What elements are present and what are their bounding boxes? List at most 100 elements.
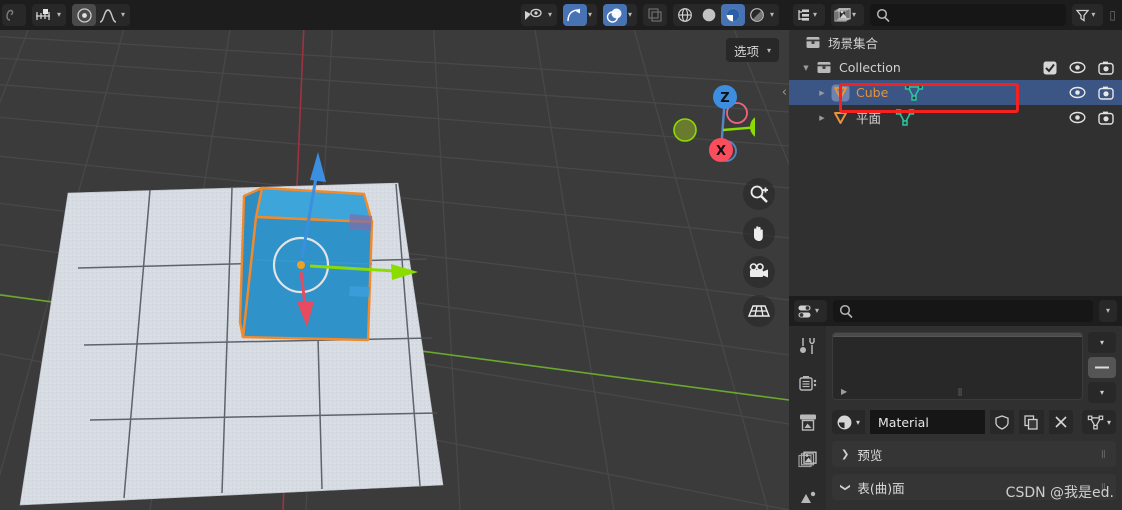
editor-type-group[interactable] (2, 4, 26, 26)
rendered-icon[interactable] (745, 4, 769, 26)
falloff-curve-icon[interactable] (96, 4, 120, 26)
overlays-group[interactable]: ▾ (602, 4, 637, 26)
camera-render-icon[interactable] (1098, 111, 1114, 125)
panel-preview[interactable]: ❯ 预览 ⣿ (832, 441, 1116, 467)
outliner-row-plane[interactable]: ▶ 平面 (789, 105, 1122, 130)
material-unlink-button[interactable] (1048, 410, 1073, 434)
viewport-side-tools[interactable] (743, 178, 775, 327)
grid-icon[interactable] (743, 295, 775, 327)
material-slot-area[interactable]: ▶ ⣿ ▾ ▾ (832, 332, 1116, 403)
gizmo-group[interactable]: ▾ (562, 4, 597, 26)
zoom-icon[interactable] (743, 178, 775, 210)
slot-add-button[interactable]: ▾ (1088, 332, 1116, 353)
chevron-down-icon[interactable]: ▾ (856, 418, 860, 427)
expand-triangle-icon[interactable]: ▼ (799, 64, 813, 72)
proportional-edit-group[interactable]: ▾ (72, 4, 131, 26)
outliner-row-cube[interactable]: ▶ Cube (789, 80, 1122, 105)
overlays-icon[interactable] (602, 4, 627, 26)
outliner-filter-button[interactable]: ▾ (1072, 4, 1104, 26)
properties-tab-output[interactable] (795, 410, 821, 434)
outliner-row-toggles[interactable] (1043, 61, 1114, 75)
panel-drag-grip[interactable]: ⣿ (1101, 450, 1107, 458)
outliner-row-collection[interactable]: ▼ Collection (789, 55, 1122, 80)
properties-tab-view-layer[interactable] (795, 448, 821, 472)
eye-icon[interactable] (1069, 111, 1086, 124)
properties-tab-tool[interactable] (795, 334, 821, 358)
navigation-gizmo[interactable]: Z Y X (665, 75, 755, 165)
expand-triangle-icon[interactable]: ▶ (815, 114, 829, 122)
chevron-down-icon[interactable]: ▾ (120, 4, 130, 26)
viewport-header[interactable]: ▾ ▾ ▾ ▾ ▾ ▾ (0, 0, 789, 30)
chevron-down-icon[interactable]: ▾ (1090, 4, 1100, 26)
xray-icon[interactable] (643, 4, 667, 26)
shading-group[interactable]: ▾ (672, 4, 779, 26)
gizmo-icon[interactable] (562, 4, 587, 26)
material-preview-icon[interactable] (720, 4, 745, 26)
show-gizmo-icon[interactable] (521, 4, 547, 26)
chevron-down-icon[interactable]: ▾ (812, 4, 822, 26)
sidebar-toggle-arrow[interactable]: ‹ (782, 85, 787, 100)
chevron-down-icon[interactable]: ▾ (627, 4, 637, 26)
outliner-row-scene-collection[interactable]: 场景集合 (789, 30, 1122, 55)
slot-expand-triangle-icon[interactable]: ▶ (841, 387, 847, 396)
hand-icon[interactable] (743, 217, 775, 249)
wireframe-icon[interactable] (673, 4, 697, 26)
material-slot-footer[interactable]: ▶ ⣿ (833, 387, 1082, 396)
outliner-search-input[interactable] (870, 4, 1067, 26)
outliner-editor[interactable]: ▾ ▾ ▾ ▯ 场景集合 ▼ Collection ▶ Cube ▶ 平面 (789, 0, 1122, 296)
chevron-down-icon[interactable]: ▾ (1106, 300, 1110, 322)
properties-search-input[interactable] (833, 300, 1093, 322)
camera-render-icon[interactable] (1098, 61, 1114, 75)
camera-icon[interactable] (743, 256, 775, 288)
outliner-display-mode-button[interactable]: ▾ (831, 4, 865, 26)
camera-render-icon[interactable] (1098, 86, 1114, 100)
slot-remove-button[interactable] (1088, 357, 1116, 378)
eye-icon[interactable] (1069, 86, 1086, 99)
expand-triangle-icon[interactable]: ▶ (815, 89, 829, 97)
chevron-down-icon[interactable]: ❯ (840, 483, 851, 491)
properties-header[interactable]: ▾ ▾ (789, 296, 1122, 326)
xray-group[interactable] (642, 4, 667, 26)
snap-icon[interactable] (32, 4, 56, 26)
slot-specials-button[interactable]: ▾ (1088, 382, 1116, 403)
snap-group[interactable]: ▾ (32, 4, 67, 26)
viewport-options-button[interactable]: 选项 ▾ (725, 38, 779, 62)
outliner-row-toggles[interactable] (1069, 86, 1114, 100)
material-data-button[interactable]: ▾ (1081, 410, 1116, 434)
chevron-down-icon[interactable]: ▾ (56, 4, 66, 26)
chevron-down-icon[interactable]: ▾ (1107, 418, 1111, 427)
properties-tab-column[interactable] (789, 326, 826, 510)
3d-viewport[interactable]: ▾ ▾ ▾ ▾ ▾ ▾ 选项 ▾ Z X ‹ (0, 0, 789, 510)
visibility-group[interactable]: ▾ (520, 4, 557, 26)
material-datablock-row[interactable]: ▾ Material ▾ (832, 410, 1116, 434)
properties-tab-scene[interactable] (795, 486, 821, 510)
material-browse-button[interactable]: ▾ (832, 410, 866, 434)
chevron-right-icon[interactable]: ❯ (841, 449, 849, 460)
material-slot-buttons[interactable]: ▾ ▾ (1088, 332, 1116, 403)
checkbox-checked-icon[interactable] (1043, 61, 1057, 75)
slot-resize-grip[interactable]: ⣿ (958, 388, 964, 396)
properties-options-button[interactable]: ▾ (1098, 300, 1117, 322)
chevron-down-icon[interactable]: ▾ (767, 46, 771, 55)
eye-icon[interactable] (1069, 61, 1086, 74)
properties-editor-type-button[interactable]: ▾ (794, 300, 828, 322)
proportional-editing-icon[interactable] (72, 4, 97, 26)
editor-type-icon[interactable] (2, 4, 26, 26)
material-name-field[interactable]: Material (870, 410, 985, 434)
outliner-header[interactable]: ▾ ▾ ▾ ▯ (789, 0, 1122, 30)
material-slot-item[interactable] (833, 333, 1082, 337)
chevron-down-icon[interactable]: ▾ (547, 4, 557, 26)
mesh-data-icon[interactable] (904, 84, 924, 101)
outliner-editor-type-button[interactable]: ▾ (793, 4, 826, 26)
properties-tab-render[interactable] (795, 372, 821, 396)
outliner-row-toggles[interactable] (1069, 111, 1114, 125)
chevron-down-icon[interactable]: ▾ (814, 300, 824, 322)
properties-editor[interactable]: ▾ ▾ ▶ ⣿ ▾ ▾ ▾ Material ▾ ❯ 预览 ⣿ ❯ 表(曲)面 … (789, 296, 1122, 510)
solid-icon[interactable] (697, 4, 721, 26)
chevron-down-icon[interactable]: ▾ (769, 4, 779, 26)
material-slot-list[interactable]: ▶ ⣿ (832, 332, 1083, 400)
chevron-down-icon[interactable]: ▾ (851, 4, 861, 26)
material-fake-user-button[interactable] (989, 410, 1014, 434)
mesh-data-icon[interactable] (895, 109, 915, 126)
chevron-down-icon[interactable]: ▾ (587, 4, 597, 26)
